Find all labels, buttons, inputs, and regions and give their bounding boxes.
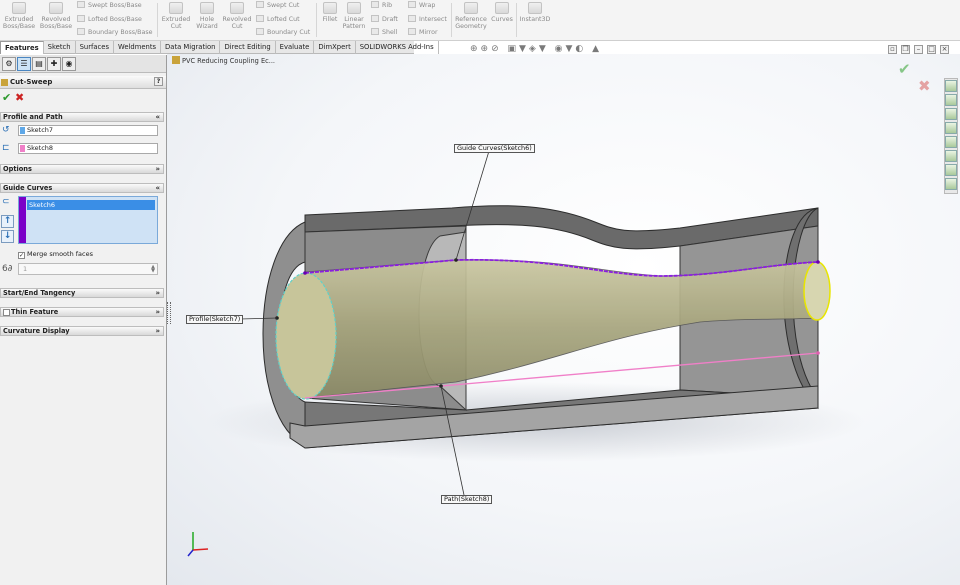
- feature-manager-tab-icon[interactable]: ⚙: [2, 57, 16, 71]
- collapse-icon: «: [155, 184, 160, 192]
- property-manager-header: Cut-Sweep ?: [0, 76, 166, 89]
- configuration-manager-tab-icon[interactable]: ▤: [32, 57, 46, 71]
- collapse-icon: «: [155, 113, 160, 121]
- close-window-button[interactable]: ×: [940, 45, 949, 54]
- spinner-arrows-icon[interactable]: ▲ ▼: [151, 265, 155, 274]
- merge-smooth-faces-checkbox[interactable]: ✓: [18, 252, 25, 259]
- path-field[interactable]: Sketch8: [18, 143, 158, 154]
- axis-triad: [187, 532, 209, 557]
- file-explorer-icon[interactable]: [945, 108, 957, 120]
- solidworks-window: Extruded Boss/Base Revolved Boss/Base Sw…: [0, 0, 960, 585]
- property-manager-tab-icon[interactable]: ☰: [17, 57, 31, 71]
- resources-icon[interactable]: [945, 80, 957, 92]
- pvc-coupling-model[interactable]: [262, 205, 831, 449]
- thin-feature-checkbox[interactable]: [3, 309, 10, 316]
- path-color-swatch: [20, 145, 25, 152]
- task-pane-tabs[interactable]: [944, 78, 958, 194]
- options-section[interactable]: Options»: [0, 164, 164, 174]
- confirm-corner-cancel-icon[interactable]: ✖: [918, 77, 931, 95]
- move-down-button[interactable]: ↓: [1, 230, 14, 243]
- help-button[interactable]: ?: [154, 77, 163, 86]
- profile-and-path-section[interactable]: Profile and Path «: [0, 112, 164, 122]
- property-manager: ⚙ ☰ ▤ ✚ ◉ Cut-Sweep ? ✔ ✖ Profile and Pa…: [0, 55, 167, 585]
- heads-up-view-toolbar[interactable]: ⊕⊕⊘ ▣▼◈▼ ◉▼◐ ▲: [470, 44, 602, 58]
- start-end-tangency-section[interactable]: Start/End Tangency»: [0, 288, 164, 298]
- page-title: Cut-Sweep: [10, 78, 53, 86]
- thin-feature-section[interactable]: Thin Feature»: [0, 307, 164, 317]
- restore-window-button[interactable]: ❐: [901, 45, 910, 54]
- display-manager-tab-icon[interactable]: ◉: [62, 57, 76, 71]
- expand-icon: »: [155, 289, 160, 297]
- expand-icon: »: [155, 308, 160, 316]
- curvature-display-section[interactable]: Curvature Display»: [0, 326, 164, 336]
- profile-icon: ↺: [2, 125, 10, 135]
- path-callout[interactable]: Path(Sketch8): [441, 495, 493, 504]
- custom-properties-icon[interactable]: [945, 150, 957, 162]
- design-library-icon[interactable]: [945, 94, 957, 106]
- expand-icon: »: [155, 327, 160, 335]
- solidworks-forum-icon[interactable]: [945, 164, 957, 176]
- dimxpert-manager-tab-icon[interactable]: ✚: [47, 57, 61, 71]
- guide-curves-callout[interactable]: Guide Curves(Sketch6): [454, 144, 535, 153]
- profile-field[interactable]: Sketch7: [18, 125, 158, 136]
- appearances-icon[interactable]: [945, 136, 957, 148]
- ok-button[interactable]: ✔: [2, 92, 11, 103]
- maximize-window-button[interactable]: □: [927, 45, 936, 54]
- panel-splitter-handle[interactable]: [167, 302, 171, 324]
- part-icon: [172, 56, 180, 64]
- guide-curves-section[interactable]: Guide Curves «: [0, 183, 164, 193]
- manager-tabs: ⚙ ☰ ▤ ✚ ◉: [0, 55, 166, 73]
- confirm-corner-ok-icon[interactable]: ✔: [898, 60, 911, 78]
- feature-tree-flyout[interactable]: PVC Reducing Coupling Ec...: [172, 56, 275, 65]
- section-view-icon[interactable]: 6∂: [2, 263, 16, 275]
- list-item[interactable]: Sketch6: [27, 200, 155, 210]
- guide-curve-icon: ⊂: [2, 197, 10, 207]
- cut-sweep-icon: [1, 79, 8, 86]
- guide-curve-color-bar: [19, 197, 26, 243]
- path-icon: ⊏: [2, 143, 10, 153]
- expand-icon: »: [155, 165, 160, 173]
- guide-curves-list[interactable]: Sketch6: [18, 196, 158, 244]
- move-up-button[interactable]: ↑: [1, 215, 14, 228]
- section-number-spinner[interactable]: 1 ▲ ▼: [18, 263, 158, 275]
- profile-callout[interactable]: Profile(Sketch7): [186, 315, 244, 324]
- minimize-window-button[interactable]: –: [914, 45, 923, 54]
- plug-in-icon[interactable]: [945, 178, 957, 190]
- tile-window-button[interactable]: ▫: [888, 45, 897, 54]
- merge-smooth-faces-option[interactable]: ✓ Merge smooth faces: [18, 250, 93, 259]
- profile-color-swatch: [20, 127, 25, 134]
- cancel-button[interactable]: ✖: [15, 92, 24, 103]
- view-palette-icon[interactable]: [945, 122, 957, 134]
